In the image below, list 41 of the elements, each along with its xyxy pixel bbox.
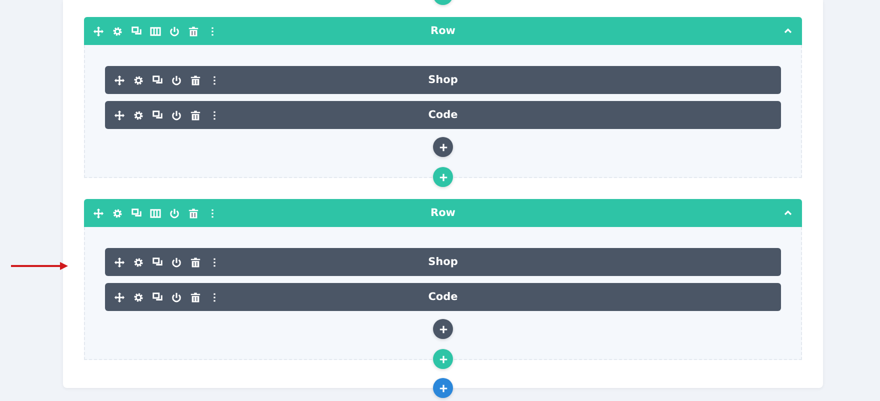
duplicate-icon[interactable]: [152, 256, 163, 268]
move-icon[interactable]: [114, 110, 125, 120]
module-bar[interactable]: Shop: [105, 248, 781, 276]
trash-icon[interactable]: [190, 110, 201, 120]
power-icon[interactable]: [171, 292, 182, 302]
module-title: Shop: [428, 74, 458, 86]
module-bar[interactable]: Code: [105, 283, 781, 311]
duplicate-icon[interactable]: [152, 110, 163, 120]
trash-icon[interactable]: [188, 208, 199, 218]
row-title: Row: [430, 207, 456, 219]
plus-icon: [438, 324, 448, 334]
module-bar[interactable]: Code: [105, 101, 781, 129]
settings-icon[interactable]: [133, 256, 144, 268]
settings-icon[interactable]: [133, 110, 144, 120]
module-title: Code: [428, 291, 458, 303]
duplicate-icon[interactable]: [152, 74, 163, 86]
module-title: Code: [428, 109, 458, 121]
module-bar[interactable]: Shop: [105, 66, 781, 94]
move-icon[interactable]: [114, 256, 125, 268]
trash-icon[interactable]: [190, 292, 201, 302]
arrow-drawing: [11, 261, 69, 271]
power-icon[interactable]: [171, 74, 182, 86]
trash-icon[interactable]: [190, 74, 201, 86]
add-button[interactable]: [433, 378, 453, 398]
add-button[interactable]: [433, 137, 453, 157]
plus-icon: [438, 172, 448, 182]
plus-icon: [438, 354, 448, 364]
power-icon[interactable]: [171, 256, 182, 268]
add-button[interactable]: [433, 319, 453, 339]
trash-icon[interactable]: [188, 26, 199, 36]
plus-icon: [438, 384, 448, 392]
module-title: Shop: [428, 256, 458, 268]
plus-icon: [438, 142, 448, 152]
settings-icon[interactable]: [133, 292, 144, 302]
settings-icon[interactable]: [133, 74, 144, 86]
move-icon[interactable]: [114, 74, 125, 86]
power-icon[interactable]: [171, 110, 182, 120]
row-title: Row: [430, 25, 456, 37]
trash-icon[interactable]: [190, 256, 201, 268]
duplicate-icon[interactable]: [152, 292, 163, 302]
move-icon[interactable]: [114, 292, 125, 302]
